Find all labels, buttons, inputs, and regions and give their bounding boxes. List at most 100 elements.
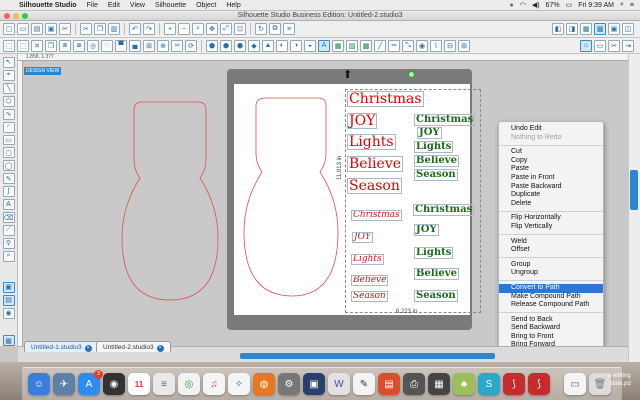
menu-delete[interactable]: Delete (499, 200, 603, 209)
panel-toggle-2-icon[interactable]: ◨ (566, 23, 578, 35)
menu-paste-in-front[interactable]: Paste in Front (499, 174, 603, 183)
rectangle-tool-icon[interactable]: ▭ (2, 134, 15, 146)
bulb-shape-offmat[interactable] (120, 96, 220, 306)
word-red-christmas[interactable]: Christmas (347, 91, 424, 107)
word-script-christmas[interactable]: Christmas (351, 210, 402, 221)
send-back-icon[interactable]: ▄ (129, 39, 141, 52)
notes-icon[interactable]: ✎ (353, 373, 375, 395)
word-green2-season[interactable]: Season (414, 290, 458, 302)
finder-icon[interactable]: ☺ (28, 373, 50, 395)
system-preferences-icon[interactable]: ⚙ (278, 373, 300, 395)
vertical-scroll-thumb[interactable] (630, 170, 638, 210)
modify-icon[interactable]: ⊟ (444, 39, 456, 52)
polygon-tool-icon[interactable]: ⬠ (2, 95, 15, 107)
trace-icon[interactable]: ⌇ (430, 39, 442, 52)
search-icon[interactable]: ⌕ (620, 1, 624, 9)
zoom-fit-icon[interactable]: ⊡ (234, 23, 246, 35)
word-red-season[interactable]: Season (347, 178, 402, 194)
replicate-icon[interactable]: ⧉ (269, 23, 281, 35)
menu-undo-edit[interactable]: Undo Edit (499, 125, 603, 134)
clock[interactable]: Fri 9:39 AM (578, 2, 614, 9)
save-icon[interactable]: ▣ (45, 23, 57, 35)
silhouette-studio-icon[interactable]: W (328, 373, 350, 395)
pan-icon[interactable]: ✥ (206, 23, 218, 35)
shape-3-icon[interactable]: ⬣ (234, 39, 246, 52)
chrome-icon[interactable]: ◎ (178, 373, 200, 395)
zoom-selection-icon[interactable]: ⌕ (192, 23, 204, 35)
freehand-tool-icon[interactable]: ✎ (2, 173, 15, 185)
menu-silhouette[interactable]: Silhouette (150, 2, 191, 9)
menu-bring-to-front[interactable]: Bring to Front (499, 333, 603, 342)
offset-icon[interactable]: ◉ (416, 39, 428, 52)
menu-paste-backward[interactable]: Paste Backward (499, 183, 603, 192)
fit-page-icon[interactable]: ⤢ (220, 23, 232, 35)
word-green-joy[interactable]: JOY (417, 127, 442, 139)
undo-icon[interactable]: ↶ (129, 23, 141, 35)
knife-tool-icon[interactable]: ⟋ (2, 224, 15, 236)
menu-object[interactable]: Object (191, 2, 221, 9)
delete-icon[interactable]: ✕ (31, 39, 43, 52)
menu-app[interactable]: Silhouette Studio (14, 2, 82, 9)
panel-icon[interactable]: ▦ (2, 335, 15, 346)
panel-toggle-6-icon[interactable]: ◫ (622, 23, 634, 35)
menu-offset[interactable]: Offset (499, 246, 603, 255)
word-script-joy[interactable]: JOY (352, 232, 373, 243)
center-icon[interactable]: ⊕ (157, 39, 169, 52)
word-green-believe[interactable]: Believe (414, 155, 459, 167)
menu-edit[interactable]: Edit (103, 2, 125, 9)
menu-convert-to-path[interactable]: Convert to Path (499, 283, 603, 293)
volume-icon[interactable]: ◀) (532, 1, 540, 9)
transform-icon[interactable]: ⤡ (402, 39, 414, 52)
menu-paste[interactable]: Paste (499, 165, 603, 174)
duplicate-icon[interactable]: ❐ (45, 39, 57, 52)
line-tool-icon[interactable]: ╲ (2, 82, 15, 94)
line-color-icon[interactable]: ╱ (374, 39, 386, 52)
acrobat-reader-icon[interactable]: ⟆ (528, 373, 550, 395)
word-green-christmas[interactable]: Christmas (413, 114, 476, 126)
fill-color-icon[interactable]: ▦ (332, 39, 344, 52)
menu-group[interactable]: Group (499, 261, 603, 270)
shape-7-icon[interactable]: ◑ (290, 39, 302, 52)
menu-flip-vertically[interactable]: Flip Vertically (499, 223, 603, 232)
horizontal-scroll-thumb[interactable] (240, 353, 495, 359)
cut-settings-icon[interactable]: ✂ (59, 23, 71, 35)
cut-icon[interactable]: ✂ (80, 23, 92, 35)
acrobat-icon[interactable]: ⟆ (503, 373, 525, 395)
wifi-icon[interactable]: ◠ (520, 1, 526, 9)
send-to-silhouette-icon[interactable]: ↻ (255, 23, 267, 35)
menu-file[interactable]: File (82, 2, 103, 9)
calendar-icon[interactable]: 11 (128, 373, 150, 395)
word-green2-christmas[interactable]: Christmas (412, 204, 475, 216)
menu-ungroup[interactable]: Ungroup (499, 269, 603, 278)
shape-6-icon[interactable]: ◐ (276, 39, 288, 52)
tab-untitled-2[interactable]: Untitled-2.studio3 × (96, 341, 171, 352)
deselect-icon[interactable]: ⬚ (17, 39, 29, 52)
printer-icon[interactable]: ⎙ (403, 373, 425, 395)
app-icon-dark[interactable]: ▣ (303, 373, 325, 395)
text-tool-icon[interactable]: A (2, 199, 15, 211)
menu-make-compound-path[interactable]: Make Compound Path (499, 293, 603, 302)
word-script-believe[interactable]: Believe (350, 275, 389, 286)
ellipse-tool-icon[interactable]: ◯ (2, 160, 15, 172)
ungroup-icon[interactable]: ⧇ (73, 39, 85, 52)
edit-points-tool-icon[interactable]: ⌖ (2, 69, 15, 81)
menu-duplicate[interactable]: Duplicate (499, 191, 603, 200)
page-setup-icon[interactable]: ▭ (594, 39, 606, 52)
eyedropper-tool-icon[interactable]: ⚲ (2, 237, 15, 249)
word-green-lights[interactable]: Lights (413, 141, 454, 153)
tab-close-icon[interactable]: × (156, 345, 164, 352)
select-tool-icon[interactable]: ↖ (2, 57, 15, 68)
line-style-icon[interactable]: ═ (388, 39, 400, 52)
fill-pattern-icon[interactable]: ▩ (360, 39, 372, 52)
panel-toggle-5-icon[interactable]: ▣ (608, 23, 620, 35)
photos-icon[interactable]: ▦ (428, 373, 450, 395)
panel-toggle-3-icon[interactable]: ▦ (580, 23, 592, 35)
panel-toggle-4-icon[interactable]: ▩ (594, 23, 606, 35)
menu-send-backward[interactable]: Send Backward (499, 324, 603, 333)
rotate-handle[interactable] (408, 71, 415, 78)
word-green2-joy[interactable]: JOY (414, 224, 439, 236)
cut-settings-panel-icon[interactable]: ✂ (608, 39, 620, 52)
store-view-icon[interactable]: ◉ (2, 307, 15, 319)
reminders-icon[interactable]: ≡ (153, 373, 175, 395)
eraser-tool-icon[interactable]: ⌫ (2, 212, 15, 223)
